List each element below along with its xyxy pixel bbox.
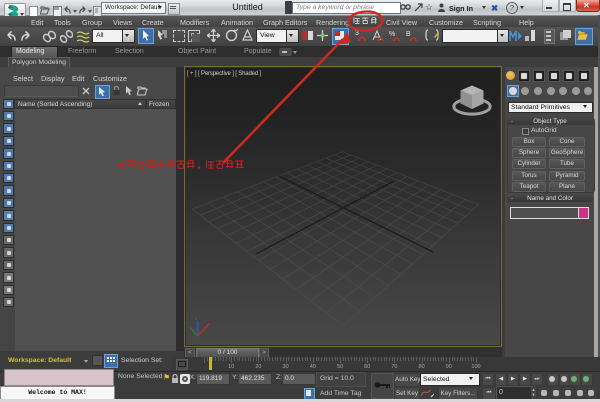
svg-text:B: B	[406, 31, 411, 38]
svg-text:z: z	[195, 316, 198, 322]
svg-text:3: 3	[355, 30, 359, 37]
svg-text:%: %	[389, 31, 395, 38]
